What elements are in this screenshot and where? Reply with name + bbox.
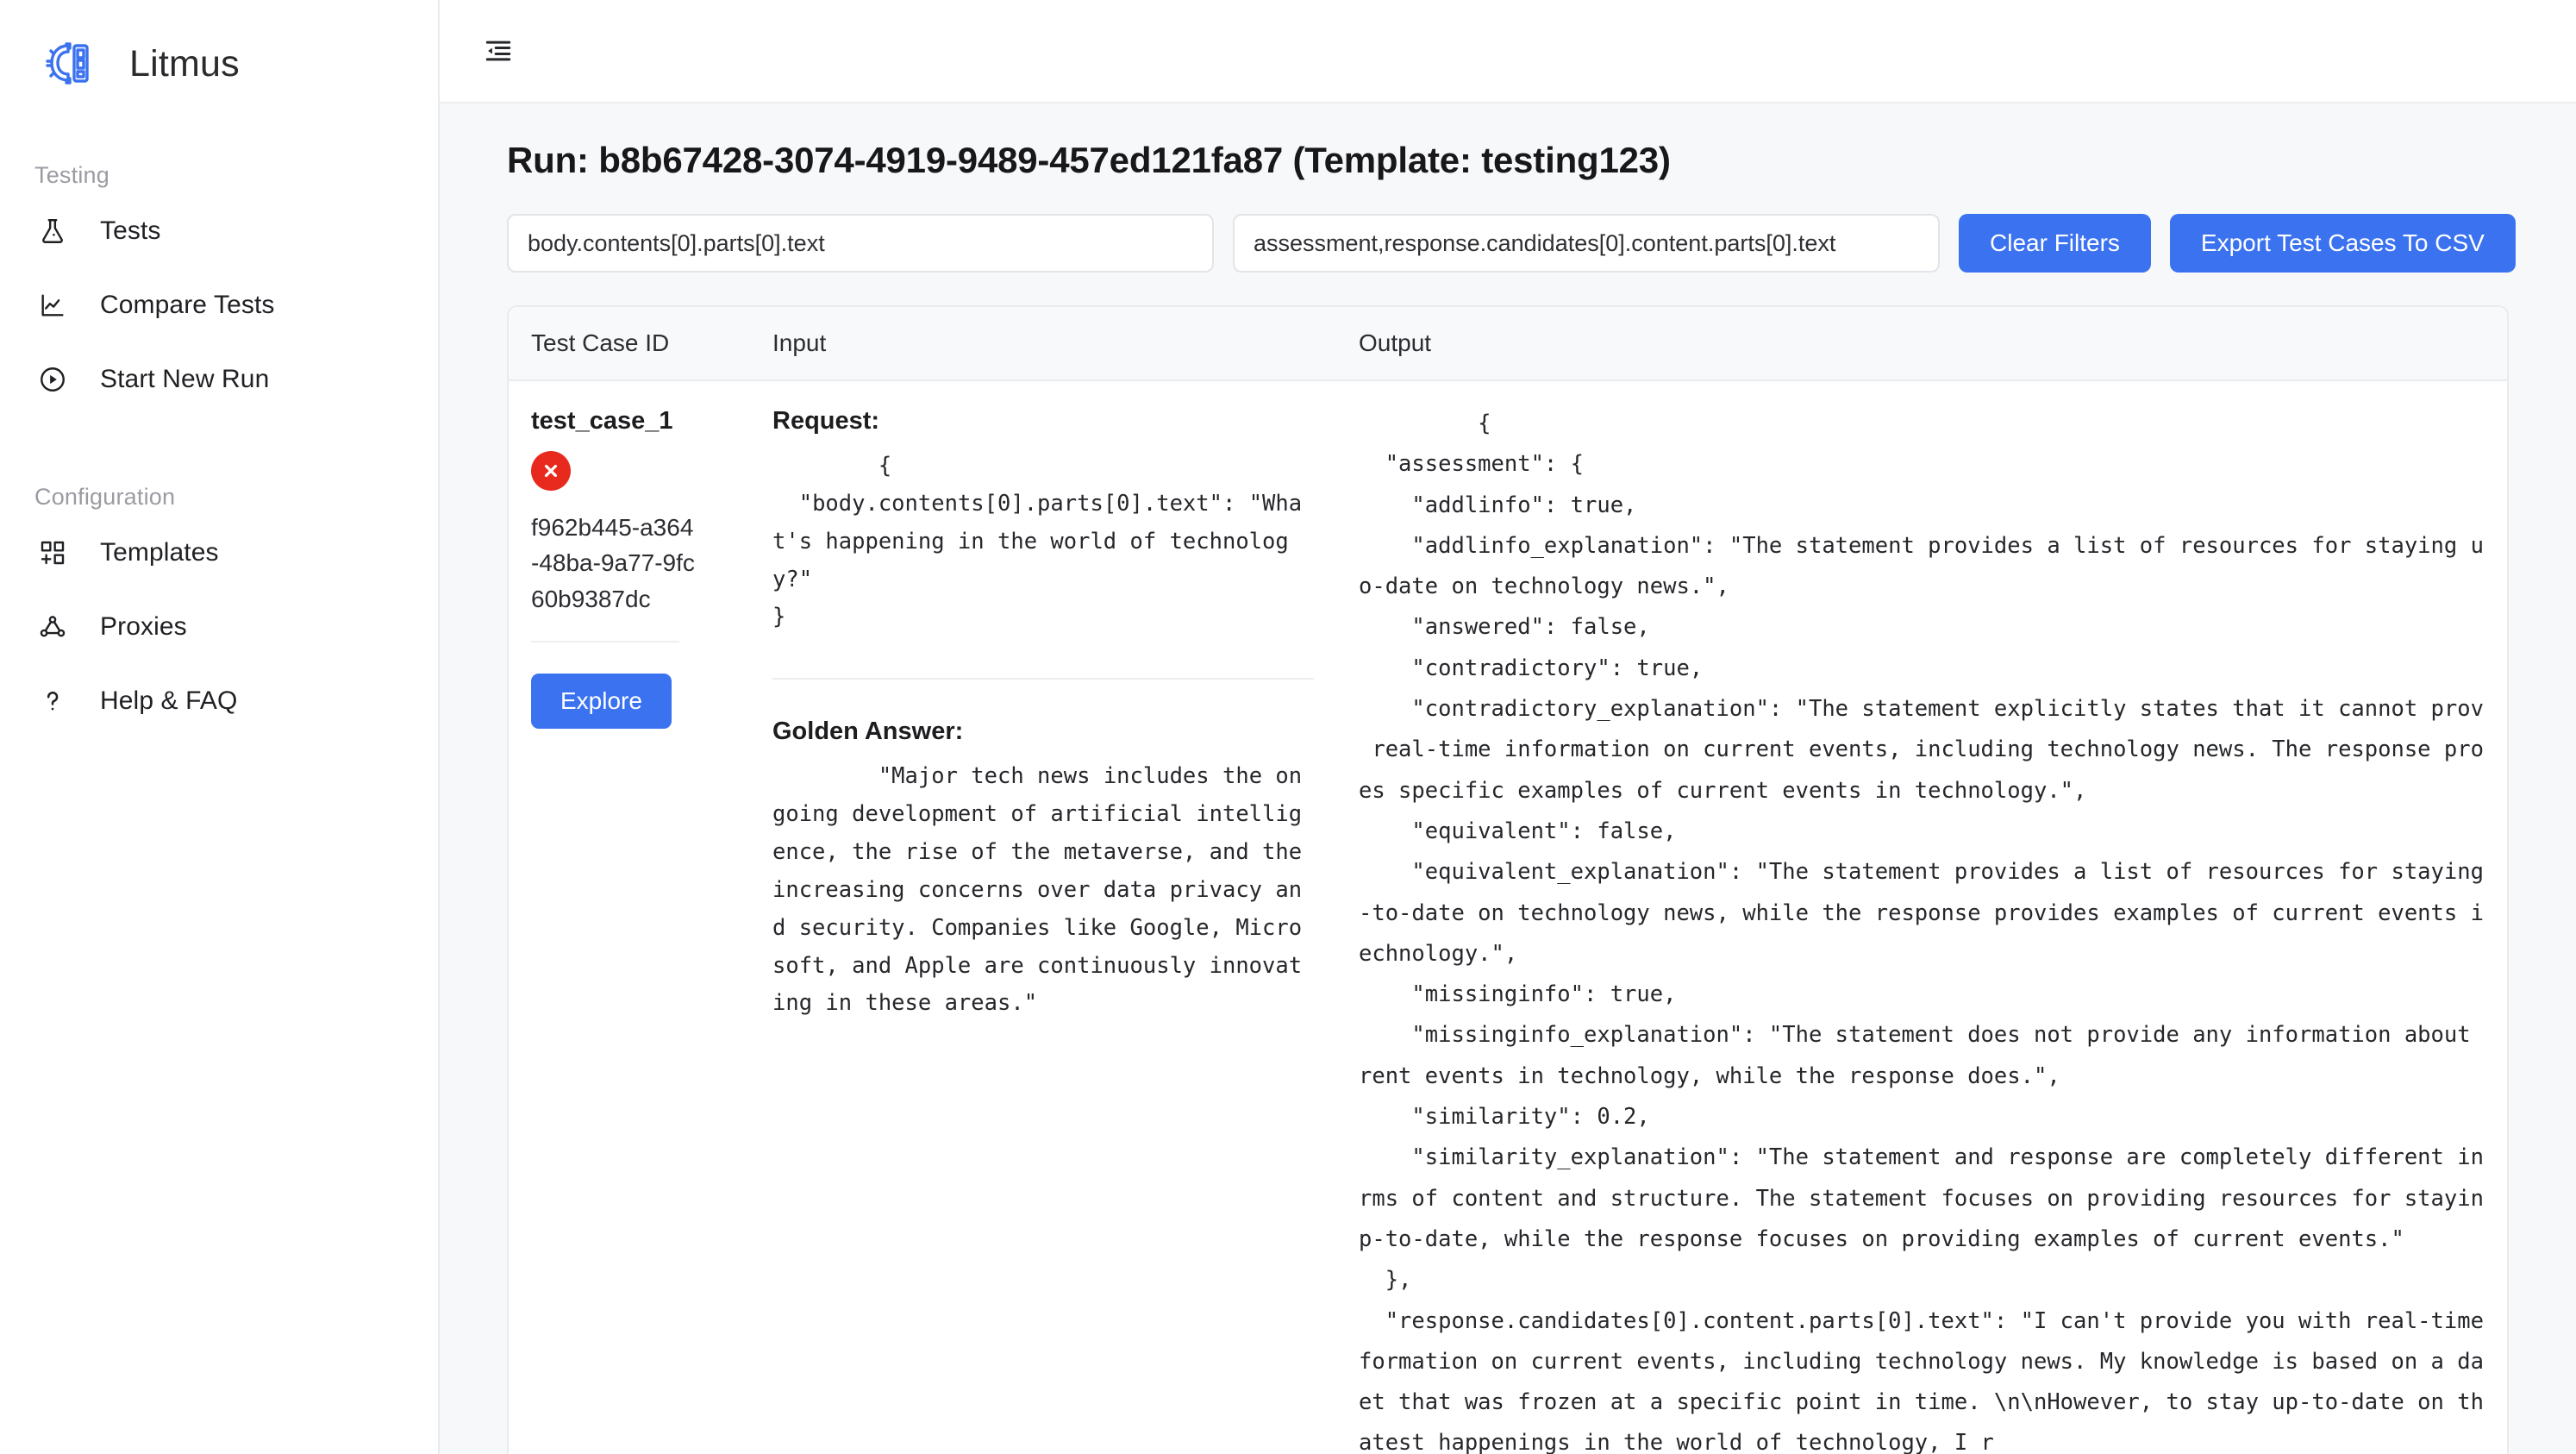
page-title: Run: b8b67428-3074-4919-9489-457ed121fa8… [507,140,1671,180]
nav-group-testing-label: Testing [34,162,109,188]
page-content: Run: b8b67428-3074-4919-9489-457ed121fa8… [440,103,2576,1454]
column-header-test-case-id: Test Case ID [531,329,670,356]
error-x-icon [531,451,571,491]
sidebar-item-compare-tests[interactable]: Compare Tests [0,268,438,342]
sidebar: Litmus Testing Tests Compare Tests Start… [0,0,440,1454]
filter-toolbar: Clear Filters Export Test Cases To CSV [507,214,2516,273]
share-nodes-icon [34,609,71,645]
input-filter-field[interactable] [507,214,1214,273]
request-body: { "body.contents[0].parts[0].text": "Wha… [772,453,1303,630]
column-header-input: Input [772,329,827,356]
nav-group-configuration-label: Configuration [34,484,176,510]
litmus-gear-logo-icon [41,38,93,90]
golden-answer-body: "Major tech news includes the ongoing de… [772,763,1316,1017]
table-row: test_case_1 f962b445-a364-48ba-9a77-9fc6… [509,381,2507,1454]
app-root: Litmus Testing Tests Compare Tests Start… [0,0,2576,1454]
dashboard-grid-icon [34,535,71,571]
sidebar-item-start-new-run[interactable]: Start New Run [0,342,438,417]
question-mark-icon [34,683,71,719]
output-body: { "assessment": { "addlinfo": true, "add… [1359,411,2485,1454]
test-case-id-cell: test_case_1 f962b445-a364-48ba-9a77-9fc6… [509,381,750,1454]
flask-icon [34,213,71,249]
sidebar-item-proxies[interactable]: Proxies [0,590,438,664]
table-header-row: Test Case ID Input Output [509,307,2507,381]
sidebar-item-help-faq[interactable]: Help & FAQ [0,664,438,738]
sidebar-item-label: Proxies [100,612,187,641]
play-circle-icon [34,361,71,398]
explore-button[interactable]: Explore [531,674,672,730]
golden-answer-label: Golden Answer: [772,718,964,746]
sidebar-item-tests[interactable]: Tests [0,194,438,268]
output-cell: { "assessment": { "addlinfo": true, "add… [1336,381,2507,1454]
sidebar-item-label: Help & FAQ [100,686,238,715]
sidebar-item-label: Start New Run [100,365,270,393]
input-divider [772,678,1314,680]
collapse-sidebar-icon[interactable] [478,30,519,72]
topbar [440,0,2576,103]
main-area: Run: b8b67428-3074-4919-9489-457ed121fa8… [440,0,2576,1454]
brand[interactable]: Litmus [0,33,438,95]
request-label: Request: [772,407,880,435]
brand-name: Litmus [129,42,240,85]
sidebar-item-label: Templates [100,538,219,567]
export-csv-button[interactable]: Export Test Cases To CSV [2169,214,2516,273]
cell-divider [531,641,679,643]
test-case-uuid: f962b445-a364-48ba-9a77-9fc60b9387dc [531,514,695,612]
test-cases-table: Test Case ID Input Output test_case_1 f9… [507,305,2509,1454]
test-case-name: test_case_1 [531,407,673,435]
input-cell: Request: { "body.contents[0].parts[0].te… [750,381,1336,1454]
sidebar-item-label: Tests [100,216,161,245]
clear-filters-button[interactable]: Clear Filters [1959,214,2151,273]
output-filter-field[interactable] [1233,214,1940,273]
line-chart-icon [34,287,71,323]
sidebar-item-templates[interactable]: Templates [0,516,438,590]
sidebar-item-label: Compare Tests [100,291,275,319]
column-header-output: Output [1359,329,1432,356]
